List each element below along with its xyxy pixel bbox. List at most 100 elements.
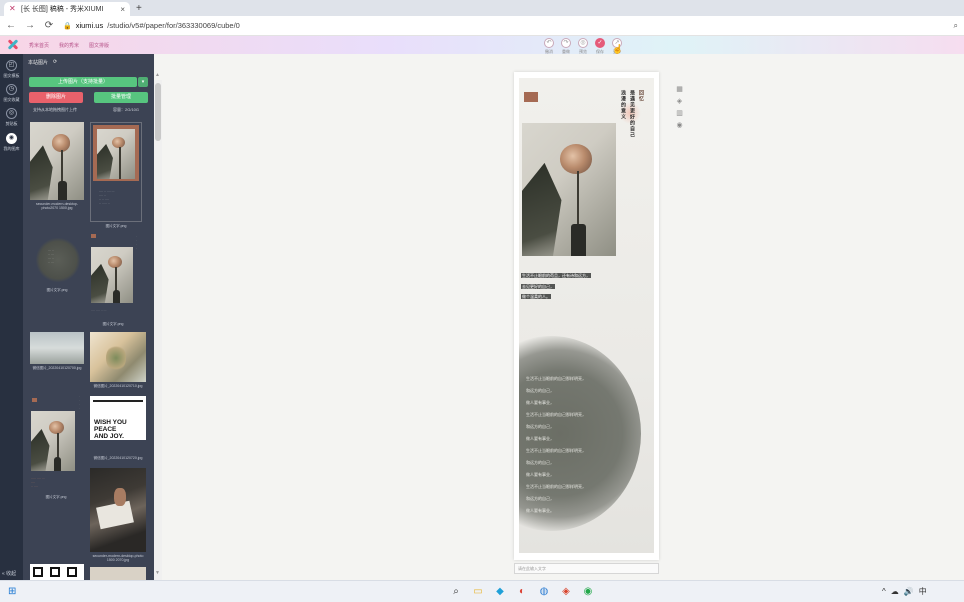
wechat-icon[interactable]: ◉ bbox=[580, 584, 596, 600]
back-icon[interactable]: ← bbox=[6, 20, 16, 31]
close-tab-icon[interactable]: × bbox=[120, 5, 125, 14]
redo-icon: ↷ bbox=[561, 38, 571, 48]
upload-dropdown-icon[interactable]: ▾ bbox=[138, 77, 148, 87]
grid-layout-icon[interactable]: ▦ bbox=[675, 86, 684, 94]
thumbnail-caption: secunder-modern-desktop-photo 1500 2070.… bbox=[92, 554, 144, 562]
dark-text-line-3[interactable]: 做个温柔的人。 bbox=[521, 294, 551, 299]
thumbnail-caption: 微信图片_20220410120700.jpg bbox=[32, 366, 82, 370]
qr-code-thumbnail[interactable] bbox=[30, 564, 84, 580]
save-button[interactable]: ✓ 保存 bbox=[595, 38, 605, 55]
file-explorer-icon[interactable]: ▭ bbox=[470, 584, 486, 600]
image-thumbnail[interactable]: ···· ·· ···· ··· ···· ·· ·· ·· ···· ·· ····… bbox=[90, 122, 142, 222]
undo-button[interactable]: ↶ 撤消 bbox=[544, 38, 554, 55]
image-thumbnail[interactable] bbox=[31, 411, 75, 471]
reload-icon[interactable]: ⟳ bbox=[44, 20, 54, 31]
color-swatch bbox=[32, 398, 37, 402]
batch-manage-button[interactable]: 批量管理 bbox=[94, 92, 148, 103]
circle-text-line[interactable]: 做人要有事业， bbox=[526, 400, 554, 405]
tab-title: [长 长图] 稿稿 - 秀米XIUMI bbox=[21, 6, 104, 13]
settings-icon[interactable]: ◈ bbox=[675, 98, 684, 106]
circle-text-line[interactable]: 和远方的自己， bbox=[526, 496, 554, 501]
redo-button[interactable]: ↷ 重做 bbox=[561, 38, 571, 55]
browser-tab[interactable]: ✕ [长 长图] 稿稿 - 秀米XIUMI × bbox=[4, 2, 130, 16]
header-tools: ↶ 撤消 ↷ 重做 ◎ 预览 ✓ 保存 ↗ 更多 bbox=[544, 38, 622, 55]
panel-scrollbar[interactable]: ▲ ▼ bbox=[154, 72, 162, 580]
eye-icon[interactable]: ◉ bbox=[675, 122, 684, 130]
cloud-icon[interactable]: ☁ bbox=[891, 587, 899, 596]
caption-input[interactable]: 请在此输入文字 bbox=[514, 563, 659, 574]
upload-images-button[interactable]: 上传图片（支持批量） bbox=[29, 77, 137, 87]
flower-photo[interactable] bbox=[522, 123, 616, 256]
zoom-icon[interactable]: ⌕ bbox=[954, 21, 958, 31]
rail-item-my-images[interactable]: ◉ 我的图库 bbox=[0, 133, 23, 152]
lock-icon: 🔒 bbox=[63, 22, 72, 30]
chrome-icon[interactable]: ◐ bbox=[514, 584, 530, 600]
edge-icon[interactable]: ◍ bbox=[536, 584, 552, 600]
xiumi-logo-icon[interactable] bbox=[5, 37, 23, 53]
search-icon[interactable]: ⌕ bbox=[448, 584, 464, 600]
image-thumbnail[interactable]: ··· ·· ·· ··· ··· ·· ·· ··· bbox=[36, 238, 80, 282]
store-icon[interactable]: ◆ bbox=[492, 584, 508, 600]
image-thumbnail[interactable] bbox=[90, 332, 146, 382]
vertical-title[interactable]: 浪漫的意义 是遇见更好的自己 回忆 bbox=[620, 90, 645, 138]
scroll-thumb[interactable] bbox=[155, 83, 161, 141]
rail-item-templates[interactable]: ◰ 图文模板 bbox=[0, 60, 23, 79]
circle-text-line[interactable]: 和远方的自己， bbox=[526, 388, 554, 393]
circle-text-line[interactable]: 生活不止当眼前的自己那样明亮， bbox=[526, 484, 586, 489]
dark-text-line-2[interactable]: 去见更好的自己， bbox=[521, 284, 555, 289]
system-tray: ^ ☁ 🔊 中 bbox=[882, 586, 927, 597]
brown-swatch-block bbox=[524, 92, 538, 102]
start-button-icon[interactable]: ⊞ bbox=[8, 586, 20, 597]
upload-hint: 支持从本地拖拽图片上传 bbox=[33, 107, 77, 112]
circle-text-line[interactable]: 做人要有事业， bbox=[526, 436, 554, 441]
collapse-rail-button[interactable]: « 收起 bbox=[2, 570, 16, 577]
xiumi-favicon-icon: ✕ bbox=[9, 4, 16, 13]
rail-item-clipboard[interactable]: ◎ 剪贴板 bbox=[0, 108, 23, 127]
image-thumbnail[interactable] bbox=[91, 247, 133, 303]
nav-home[interactable]: 秀米首页 bbox=[29, 42, 49, 49]
stats-icon[interactable]: ▥ bbox=[675, 110, 684, 118]
refresh-icon[interactable]: ⟳ bbox=[53, 59, 57, 66]
scroll-down-icon[interactable]: ▼ bbox=[155, 570, 160, 576]
taskbar-apps: ⌕ ▭ ◆ ◐ ◍ ◈ ◉ bbox=[448, 584, 596, 600]
nav-my[interactable]: 我的秀米 bbox=[59, 42, 79, 49]
nav-layout[interactable]: 图文排版 bbox=[89, 42, 109, 49]
office-icon[interactable]: ◈ bbox=[558, 584, 574, 600]
image-thumbnail[interactable] bbox=[90, 468, 146, 552]
canvas-side-tools: ▦ ◈ ▥ ◉ bbox=[675, 86, 684, 130]
scroll-up-icon[interactable]: ▲ bbox=[155, 72, 160, 78]
panel-title: 本站图片 ⟳ bbox=[28, 59, 58, 66]
url-field[interactable]: 🔒 xiumi.us/studio/v5#/paper/for/36333006… bbox=[63, 21, 945, 30]
preview-button[interactable]: ◎ 预览 bbox=[578, 38, 588, 55]
circle-text-line[interactable]: 生活不止当眼前的自己那样明亮， bbox=[526, 376, 586, 381]
image-thumbnail[interactable] bbox=[30, 122, 84, 200]
title-column-1: 浪漫的意义 bbox=[620, 90, 626, 120]
gray-circle-background bbox=[519, 336, 641, 531]
volume-icon[interactable]: 🔊 bbox=[904, 587, 914, 596]
delete-images-button[interactable]: 删除图片 bbox=[29, 92, 83, 103]
image-thumbnail[interactable] bbox=[90, 567, 146, 580]
forward-icon[interactable]: → bbox=[25, 20, 35, 31]
circle-text-line[interactable]: 做人要有事业， bbox=[526, 472, 554, 477]
header-nav: 秀米首页 我的秀米 图文排版 bbox=[29, 42, 109, 49]
thumbnail-caption: 图片文字.png bbox=[105, 224, 127, 228]
image-thumbnail[interactable] bbox=[30, 332, 84, 364]
new-tab-icon[interactable]: + bbox=[136, 2, 142, 16]
circle-text-line[interactable]: 生活不止当眼前的自己那样明亮， bbox=[526, 448, 586, 453]
app-header: 秀米首页 我的秀米 图文排版 ↶ 撤消 ↷ 重做 ◎ 预览 ✓ 保存 ↗ 更多 bbox=[0, 36, 964, 54]
image-thumbnail[interactable]: WISH YOU PEACE AND JOY. bbox=[90, 396, 146, 440]
circle-text-line[interactable]: 生活不止当眼前的自己那样明亮， bbox=[526, 412, 586, 417]
circle-text-line[interactable]: 做人要有事业。 bbox=[526, 508, 554, 513]
long-image-card[interactable]: 浪漫的意义 是遇见更好的自己 回忆 生活不止眼前的苟且，还有诗和远方， 去见更好… bbox=[519, 78, 654, 553]
circle-text-line[interactable]: 和远方的自己， bbox=[526, 460, 554, 465]
article-canvas[interactable]: 浪漫的意义 是遇见更好的自己 回忆 生活不止眼前的苟且，还有诗和远方， 去见更好… bbox=[514, 72, 659, 560]
favorites-icon: ◷ bbox=[6, 84, 17, 95]
thumbnail-caption: 微信图片_20220410120710.jpg bbox=[93, 384, 143, 388]
circle-text-line[interactable]: 和远方的自己， bbox=[526, 424, 554, 429]
rail-item-favorites[interactable]: ◷ 图文收藏 bbox=[0, 84, 23, 103]
dark-text-line-1[interactable]: 生活不止眼前的苟且，还有诗和远方， bbox=[521, 273, 591, 278]
ime-indicator[interactable]: 中 bbox=[919, 586, 927, 597]
tray-expand-icon[interactable]: ^ bbox=[882, 587, 886, 596]
storage-capacity: 容量：2G/10G bbox=[113, 107, 140, 112]
template-icon: ◰ bbox=[6, 60, 17, 71]
